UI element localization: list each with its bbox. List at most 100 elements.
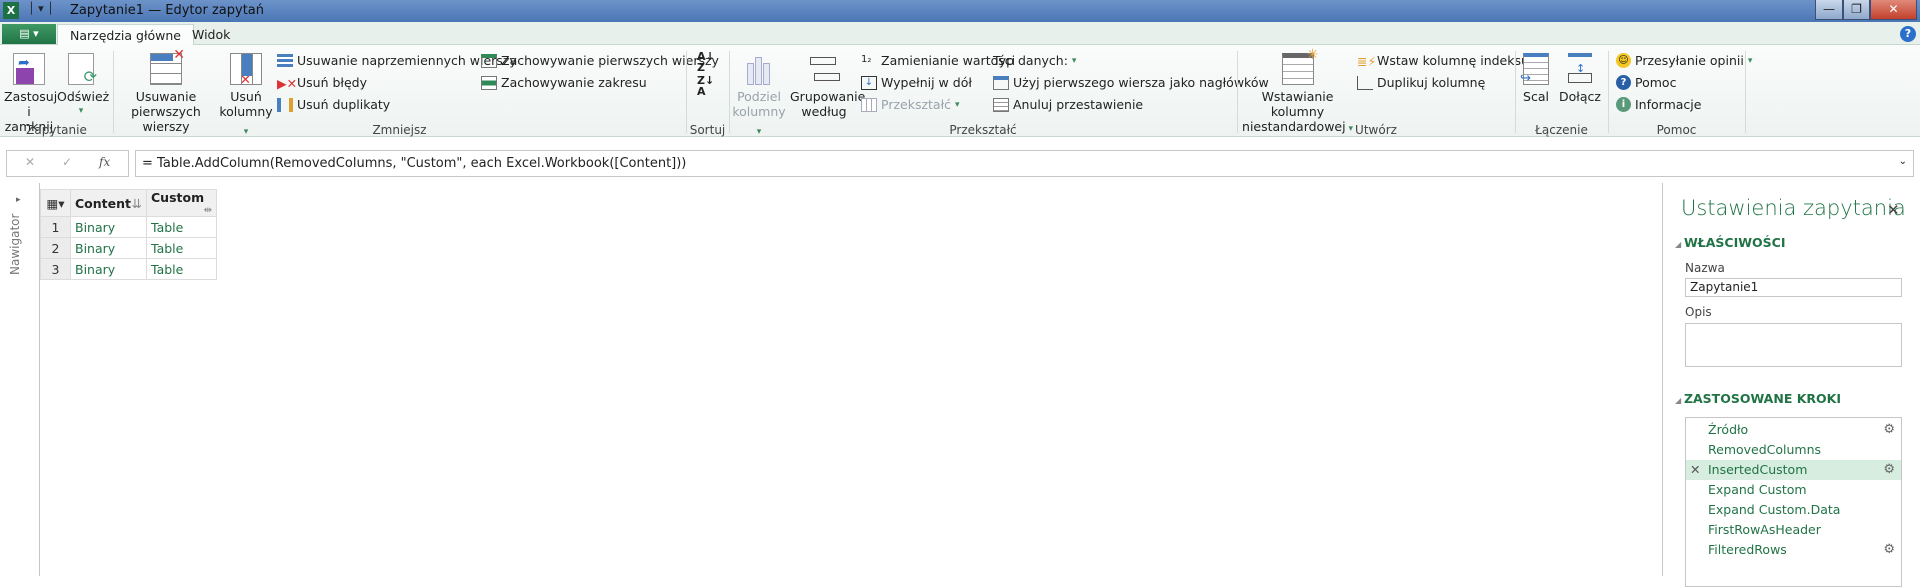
divider [729, 51, 730, 133]
info-icon: i [1616, 97, 1631, 112]
gear-icon[interactable]: ⚙ [1883, 460, 1895, 480]
refresh-button[interactable]: ⟳ Odśwież ▾ [57, 53, 109, 119]
data-grid: ▦▾ Content ⇊ Custom ⇹ 1 Binary Table 2 Binary… [40, 189, 217, 280]
group-label-przeksztalc: Przekształć [949, 123, 1017, 137]
group-label-zmniejsz: Zmniejsz [372, 123, 427, 137]
ribbon: ➦ Zastosuj i zamknij ⟳ Odśwież ▾ Zapytani… [0, 45, 1920, 137]
remove-duplicates-button[interactable]: Usuń duplikaty [277, 97, 390, 112]
navigator-pane[interactable]: ▸ Nawigator [0, 183, 40, 576]
fx-icon[interactable]: fx [99, 155, 110, 169]
transform-button[interactable]: Przekształć ▾ [861, 97, 960, 112]
step-item[interactable]: Expand Custom.Data [1686, 500, 1901, 520]
table-row: 1 Binary Table [40, 216, 217, 238]
description-input[interactable] [1685, 323, 1902, 367]
keep-rows-icon [481, 53, 497, 68]
step-item[interactable]: Źródło ⚙ [1686, 420, 1901, 440]
formula-buttons: ✕ ✓ fx [6, 150, 129, 177]
close-button[interactable]: ✕ [1870, 0, 1917, 20]
append-icon: ↕ [1568, 53, 1592, 85]
tab-view[interactable]: Widok [180, 24, 242, 46]
quick-access-dropdown[interactable]: │ ▾ │ [28, 2, 54, 15]
index-column-icon: ≣⚡ [1357, 53, 1377, 69]
sort-ascending-button[interactable]: A↓ Z [697, 51, 715, 73]
properties-section[interactable]: ◢ WŁAŚCIWOŚCI [1675, 235, 1786, 250]
smiley-icon: ☺ [1616, 53, 1631, 68]
header-row-icon [993, 75, 1009, 90]
fill-down-icon: ↓ [861, 75, 877, 90]
window-title: Zapytanie1 — Edytor zapytań [70, 3, 264, 18]
check-icon[interactable]: ✓ [62, 155, 72, 169]
custom-column-icon: ✳ [1281, 48, 1319, 85]
chevron-down-icon: ▾ [1071, 55, 1077, 66]
merge-button[interactable]: ↪ Scal [1518, 53, 1554, 104]
data-type-dropdown[interactable]: Typ danych: ▾ [993, 53, 1076, 68]
group-label-pomoc: Pomoc [1656, 123, 1697, 137]
remove-duplicates-icon [277, 97, 293, 112]
step-item[interactable]: RemovedColumns [1686, 440, 1901, 460]
close-panel-icon[interactable]: ✕ [1887, 201, 1900, 219]
minimize-button[interactable]: — [1815, 0, 1843, 20]
table-row: 3 Binary Table [40, 258, 217, 280]
cancel-icon[interactable]: ✕ [25, 155, 35, 169]
gear-icon[interactable]: ⚙ [1883, 540, 1895, 560]
send-feedback-button[interactable]: ☺ Przesyłanie opinii ▾ [1616, 53, 1752, 68]
excel-icon: X [3, 2, 19, 19]
query-settings-pane: Ustawienia zapytania ✕ ◢ WŁAŚCIWOŚCI Naz… [1662, 183, 1920, 587]
applied-steps-section[interactable]: ◢ ZASTOSOWANE KROKI [1675, 391, 1841, 406]
replace-values-button[interactable]: 1₂ Zamienianie wartości [861, 53, 1015, 68]
remove-errors-button[interactable]: ▶✕ Usuń błędy [277, 75, 367, 91]
keep-range-button[interactable]: Zachowywanie zakresu [481, 75, 647, 90]
column-header-content[interactable]: Content ⇊ [70, 189, 147, 217]
chevron-down-icon: ▾ [78, 106, 84, 116]
divider [1515, 51, 1516, 133]
ribbon-tabs: ▤ ▾ Narzędzia główne Widok ? [0, 22, 1920, 46]
unpivot-button[interactable]: Anuluj przestawienie [993, 97, 1143, 112]
formula-bar: ✕ ✓ fx = Table.AddColumn(RemovedColumns,… [0, 145, 1920, 183]
divider [113, 51, 114, 133]
group-by-icon [808, 53, 840, 85]
file-menu-button[interactable]: ▤ ▾ [2, 24, 56, 44]
binary-type-icon[interactable]: ⇊ [132, 196, 142, 211]
use-first-row-headers-button[interactable]: Użyj pierwszego wiersza jako nagłówków [993, 75, 1269, 90]
help-icon: ? [1616, 75, 1631, 90]
step-item-selected[interactable]: ✕ InsertedCustom ⚙ [1686, 460, 1901, 480]
remove-rows-icon: ✕ [150, 48, 185, 85]
group-label-laczenie: Łączenie [1535, 123, 1588, 137]
sort-descending-button[interactable]: Z↓ A [697, 75, 714, 97]
insert-index-column-button[interactable]: ≣⚡ Wstaw kolumnę indeksu [1357, 53, 1529, 69]
keep-top-rows-button[interactable]: Zachowywanie pierwszych wierszy [481, 53, 719, 68]
remove-columns-icon: ✕ [230, 53, 262, 88]
expand-navigator-icon[interactable]: ▸ [16, 195, 21, 205]
table-menu-icon[interactable]: ▦▾ [40, 189, 71, 217]
divider [1608, 51, 1609, 133]
restore-button[interactable]: ❐ [1843, 0, 1870, 20]
apply-close-button[interactable]: ➦ Zastosuj i zamknij [4, 53, 57, 134]
step-item[interactable]: Expand Custom [1686, 480, 1901, 500]
duplicate-column-icon [1357, 75, 1373, 90]
divider [1745, 51, 1746, 133]
help-button[interactable]: ? Pomoc [1616, 75, 1676, 90]
panel-title: Ustawienia zapytania [1681, 196, 1906, 220]
remove-top-rows-button[interactable]: ✕ Usuwanie pierwszych wierszy [116, 48, 216, 135]
keep-range-icon [481, 75, 497, 90]
formula-input[interactable]: = Table.AddColumn(RemovedColumns, "Custo… [135, 150, 1914, 177]
expand-formula-icon[interactable]: ⌄ [1899, 156, 1907, 167]
save-icon: ➦ [13, 53, 45, 85]
name-input[interactable]: Zapytanie1 [1685, 278, 1902, 297]
step-item[interactable]: FirstRowAsHeader [1686, 520, 1901, 540]
help-icon[interactable]: ? [1900, 26, 1916, 42]
append-button[interactable]: ↕ Dołącz [1558, 53, 1602, 104]
fill-down-button[interactable]: ↓ Wypełnij w dół [861, 75, 972, 90]
column-header-custom[interactable]: Custom ⇹ [146, 189, 217, 217]
group-by-button[interactable]: Grupowanie według [790, 53, 865, 119]
delete-step-icon[interactable]: ✕ [1690, 460, 1700, 480]
divider [686, 51, 687, 133]
remove-errors-icon: ▶✕ [277, 75, 298, 91]
gear-icon[interactable]: ⚙ [1883, 420, 1895, 440]
step-item[interactable]: FilteredRows ⚙ [1686, 540, 1901, 560]
info-button[interactable]: i Informacje [1616, 97, 1701, 112]
group-label-sortuj: Sortuj [689, 123, 726, 137]
expand-column-icon[interactable]: ⇹ [204, 205, 212, 216]
tab-home[interactable]: Narzędzia główne [57, 24, 194, 46]
duplicate-column-button[interactable]: Duplikuj kolumnę [1357, 75, 1485, 90]
